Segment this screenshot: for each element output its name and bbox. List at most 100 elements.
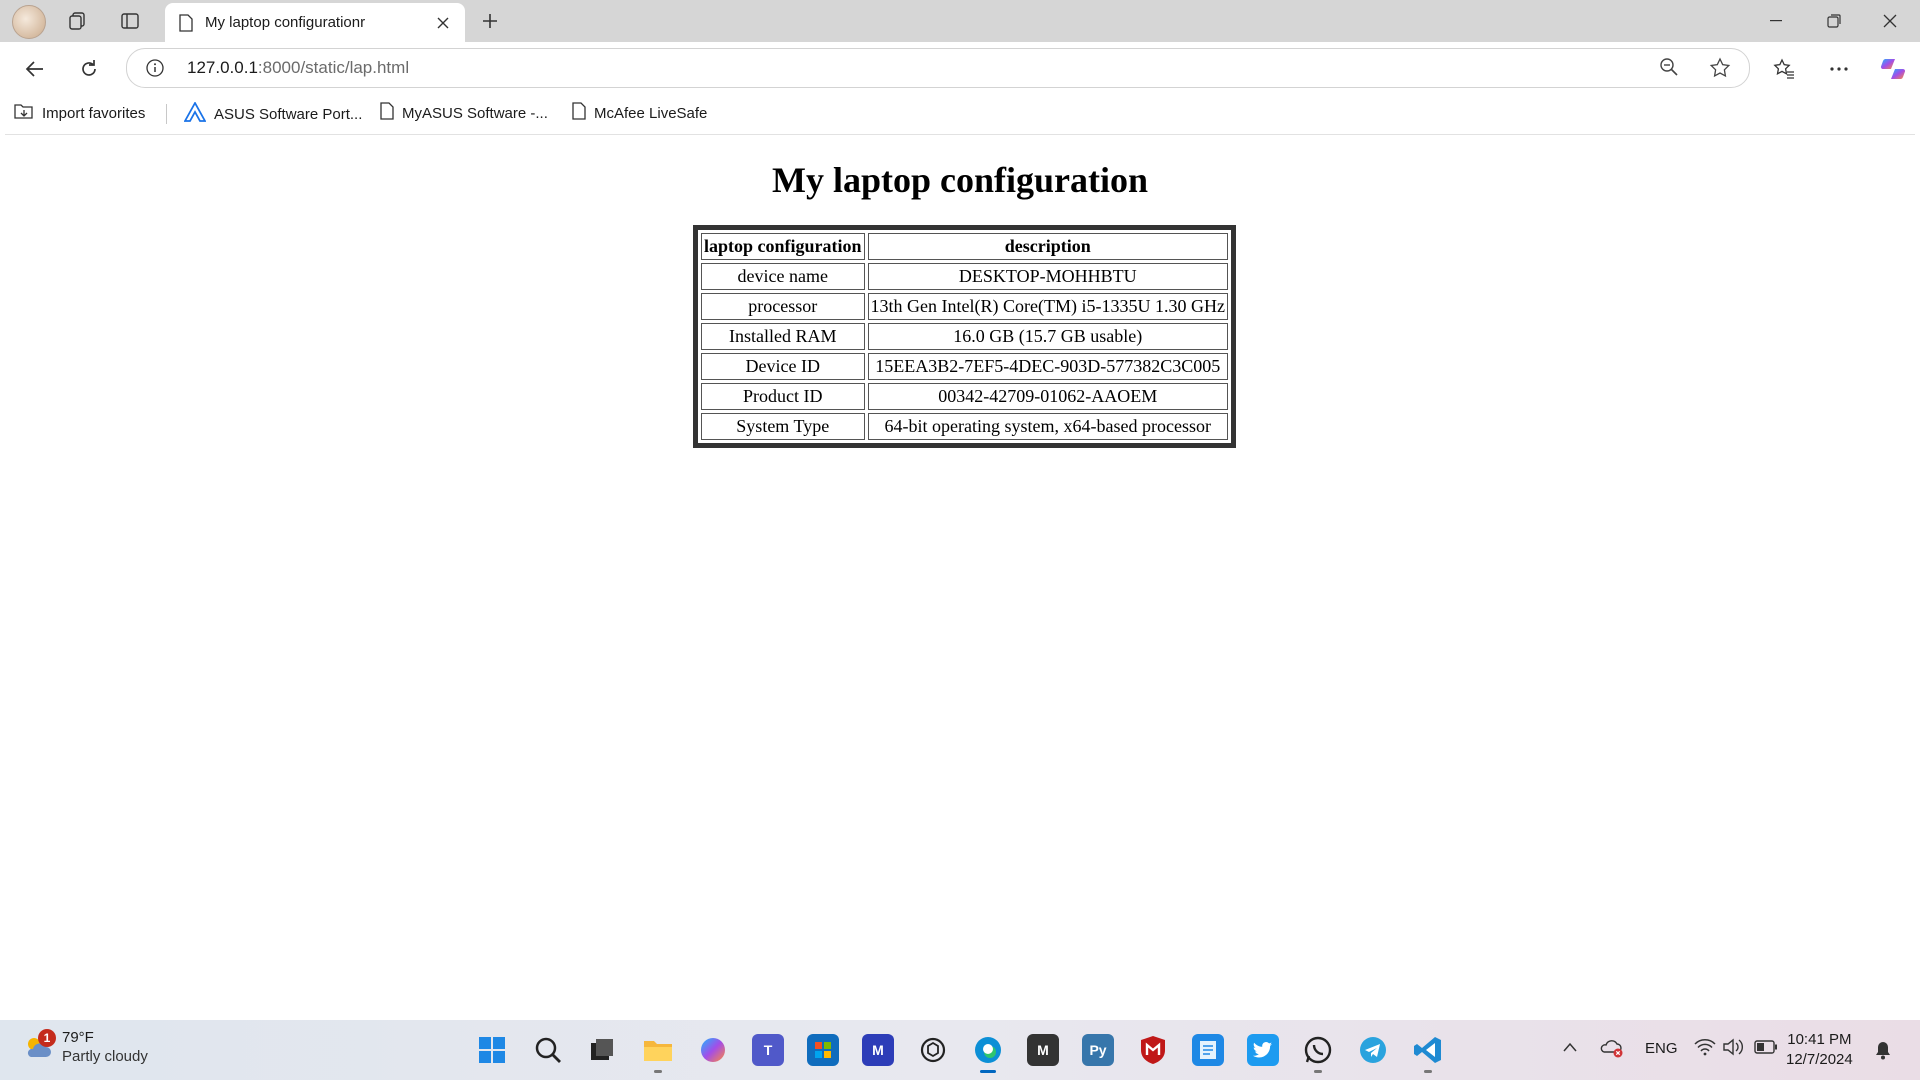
task-view-icon[interactable] (586, 1034, 618, 1066)
page-content: My laptop configuration laptop configura… (5, 134, 1915, 1017)
clock[interactable]: 10:41 PM 12/7/2024 (1786, 1030, 1853, 1070)
more-options-icon[interactable] (1822, 52, 1856, 86)
refresh-icon[interactable] (72, 52, 106, 86)
file-explorer-icon[interactable] (642, 1034, 674, 1066)
favorite-import[interactable]: Import favorites (14, 102, 145, 124)
address-bar[interactable]: 127.0.0.1:8000/static/lap.html (126, 48, 1750, 88)
myasus-icon[interactable]: M (862, 1034, 894, 1066)
table-row: System Type 64-bit operating system, x64… (701, 413, 1228, 440)
active-indicator (980, 1070, 996, 1073)
column-header: laptop configuration (701, 233, 865, 260)
favorite-mcafee[interactable]: McAfee LiveSafe (572, 102, 707, 124)
config-table: laptop configuration description device … (693, 225, 1236, 448)
table-row: Installed RAM 16.0 GB (15.7 GB usable) (701, 323, 1228, 350)
description-cell: 16.0 GB (15.7 GB usable) (867, 323, 1228, 350)
tab-active[interactable]: My laptop configurationr (165, 3, 465, 42)
description-cell: 00342-42709-01062-AAOEM (867, 383, 1228, 410)
notification-bell-icon[interactable] (1874, 1040, 1892, 1064)
description-cell: DESKTOP-MOHHBTU (867, 263, 1228, 290)
restore-button[interactable] (1806, 0, 1862, 42)
table-row: device name DESKTOP-MOHHBTU (701, 263, 1228, 290)
favorite-label: MyASUS Software -... (402, 104, 548, 122)
start-icon[interactable] (476, 1034, 508, 1066)
site-info-icon[interactable] (145, 58, 165, 83)
taskbar: 1 79°F Partly cloudy T M M Py ENG 10:41 … (0, 1020, 1920, 1080)
title-bar: My laptop configurationr (0, 0, 1920, 42)
close-tab-icon[interactable] (431, 11, 455, 35)
url-host: 127.0.0.1 (187, 58, 258, 77)
config-cell: System Type (701, 413, 865, 440)
table-row: Product ID 00342-42709-01062-AAOEM (701, 383, 1228, 410)
weather-widget[interactable]: 1 79°F Partly cloudy (22, 1028, 148, 1066)
minimize-button[interactable] (1748, 0, 1804, 42)
weather-cloud-icon: 1 (22, 1029, 56, 1063)
teams-icon[interactable]: T (752, 1034, 784, 1066)
twitter-icon[interactable] (1247, 1034, 1279, 1066)
weather-badge: 1 (38, 1029, 56, 1047)
workspaces-icon[interactable] (62, 6, 92, 36)
copilot-app-icon[interactable] (697, 1034, 729, 1066)
running-indicator (1424, 1070, 1432, 1073)
clock-time: 10:41 PM (1787, 1031, 1852, 1048)
edge-icon[interactable] (972, 1034, 1004, 1066)
config-cell: Product ID (701, 383, 865, 410)
store-icon[interactable] (807, 1034, 839, 1066)
search-icon[interactable] (532, 1034, 564, 1066)
show-hidden-icons[interactable] (1562, 1040, 1578, 1057)
weather-temp: 79°F (62, 1029, 94, 1046)
chatgpt-icon[interactable] (917, 1034, 949, 1066)
page-title: My laptop configuration (771, 160, 1148, 200)
column-header: description (867, 233, 1228, 260)
profile-avatar[interactable] (12, 5, 46, 39)
table-row: Device ID 15EEA3B2-7EF5-4DEC-903D-577382… (701, 353, 1228, 380)
notepad-icon[interactable] (1192, 1034, 1224, 1066)
tab-actions-icon[interactable] (115, 6, 145, 36)
vscode-icon[interactable] (1412, 1034, 1444, 1066)
telegram-icon[interactable] (1357, 1034, 1389, 1066)
wifi-icon[interactable] (1694, 1038, 1716, 1060)
favorite-myasus[interactable]: MyASUS Software -... (380, 102, 548, 124)
clock-date: 12/7/2024 (1786, 1051, 1853, 1068)
config-cell: Device ID (701, 353, 865, 380)
favorites-divider (166, 104, 167, 124)
running-indicator (654, 1070, 662, 1073)
table-row: processor 13th Gen Intel(R) Core(TM) i5-… (701, 293, 1228, 320)
url-text[interactable]: 127.0.0.1:8000/static/lap.html (187, 58, 409, 78)
favorite-label: Import favorites (42, 104, 146, 122)
battery-icon[interactable] (1754, 1040, 1778, 1058)
onedrive-error-icon[interactable] (1600, 1038, 1624, 1062)
navigation-bar: 127.0.0.1:8000/static/lap.html (0, 42, 1920, 94)
language-indicator[interactable]: ENG (1645, 1040, 1678, 1057)
favorites-bar: Import favorites ASUS Software Port... M… (0, 94, 1920, 132)
whatsapp-icon[interactable] (1302, 1034, 1334, 1066)
config-cell: processor (701, 293, 865, 320)
description-cell: 15EEA3B2-7EF5-4DEC-903D-577382C3C005 (867, 353, 1228, 380)
close-window-button[interactable] (1862, 0, 1918, 42)
tab-title: My laptop configurationr (205, 14, 366, 31)
m-app-icon[interactable]: M (1027, 1034, 1059, 1066)
zoom-out-icon[interactable] (1659, 57, 1679, 82)
import-icon (14, 102, 34, 124)
description-cell: 13th Gen Intel(R) Core(TM) i5-1335U 1.30… (867, 293, 1228, 320)
config-cell: Installed RAM (701, 323, 865, 350)
url-path: :8000/static/lap.html (257, 58, 410, 77)
config-cell: device name (701, 263, 865, 290)
favorite-label: ASUS Software Port... (214, 105, 363, 123)
new-tab-button[interactable] (474, 6, 506, 36)
volume-icon[interactable] (1722, 1038, 1744, 1060)
python-icon[interactable]: Py (1082, 1034, 1114, 1066)
favorite-label: McAfee LiveSafe (594, 104, 708, 122)
asus-icon (183, 101, 207, 126)
favorite-asus[interactable]: ASUS Software Port... (183, 101, 363, 126)
description-cell: 64-bit operating system, x64-based proce… (867, 413, 1228, 440)
back-icon[interactable] (18, 52, 52, 86)
copilot-icon[interactable] (1876, 52, 1910, 86)
mcafee-icon[interactable] (1137, 1034, 1169, 1066)
favorites-icon[interactable] (1767, 52, 1801, 86)
page-icon (380, 102, 394, 124)
favorite-star-icon[interactable] (1709, 57, 1731, 84)
page-icon (572, 102, 586, 124)
page-icon (179, 14, 193, 37)
table-header-row: laptop configuration description (701, 233, 1228, 260)
weather-condition: Partly cloudy (62, 1048, 148, 1065)
